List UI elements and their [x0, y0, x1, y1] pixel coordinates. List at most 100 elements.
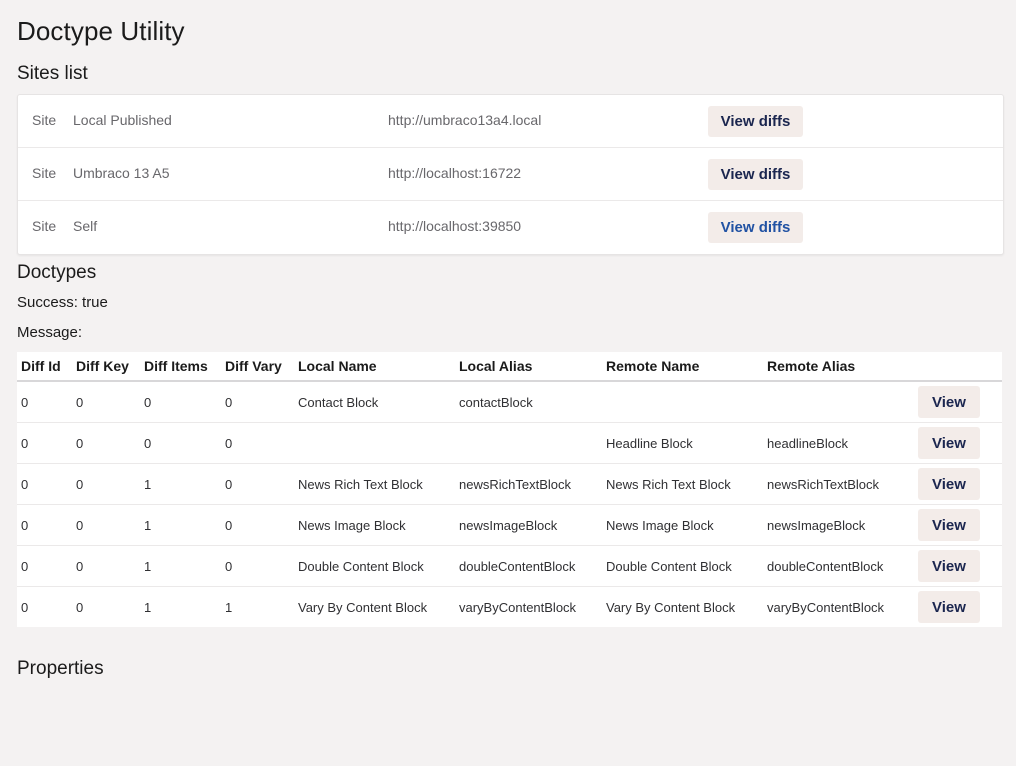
cell-diff-key: 0: [72, 422, 140, 464]
cell-remote-alias: headlineBlock: [763, 422, 914, 464]
view-diffs-button[interactable]: View diffs: [708, 159, 803, 190]
cell-actions: View: [914, 463, 1002, 505]
cell-diff-vary: 0: [221, 545, 294, 587]
column-header-diff-items: Diff Items: [140, 352, 221, 382]
column-header-local-name: Local Name: [294, 352, 455, 382]
cell-diff-items: 1: [140, 504, 221, 546]
cell-diff-id: 0: [17, 381, 72, 423]
view-diffs-button[interactable]: View diffs: [708, 106, 803, 137]
table-row: 0 0 1 0 News Rich Text Block newsRichTex…: [17, 463, 1002, 505]
cell-local-alias: [455, 422, 602, 464]
view-diffs-button[interactable]: View diffs: [708, 212, 803, 243]
site-label: Site: [32, 218, 57, 234]
cell-local-name: Double Content Block: [294, 545, 455, 587]
column-header-diff-vary: Diff Vary: [221, 352, 294, 382]
cell-diff-key: 0: [76, 599, 84, 615]
cell-local-alias: doubleContentBlock: [455, 545, 602, 587]
cell-diff-items: 0: [140, 422, 221, 464]
column-header-local-alias: Local Alias: [455, 352, 602, 382]
cell-actions: View: [914, 545, 1002, 587]
cell-local-alias: contactBlock: [455, 381, 602, 423]
site-name: Self: [73, 218, 98, 234]
doctypes-heading: Doctypes: [17, 262, 97, 283]
column-header-remote-name: Remote Name: [602, 352, 763, 382]
cell-remote-name: Vary By Content Block: [606, 599, 736, 615]
page: Doctype Utility Sites list Site Local Pu…: [0, 0, 1016, 766]
site-row: Site Umbraco 13 A5 http://localhost:1672…: [18, 148, 1003, 201]
cell-remote-alias: varyByContentBlock: [767, 599, 885, 615]
table-row: 0 0 0 0 Contact Block contactBlock View: [17, 381, 1002, 423]
cell-diff-id: 0: [17, 545, 72, 587]
cell-diff-vary: 1: [225, 599, 233, 615]
cell-remote-alias: newsRichTextBlock: [763, 463, 914, 505]
view-button[interactable]: View: [918, 427, 980, 459]
site-row: Site Local Published http://umbraco13a4.…: [18, 95, 1003, 148]
cell-diff-vary: 0: [221, 463, 294, 505]
cell-local-name: News Image Block: [294, 504, 455, 546]
cell-actions: View: [914, 381, 1002, 423]
table-header-row: Diff Id Diff Key Diff Items Diff Vary Lo…: [17, 352, 1002, 382]
column-header-actions: [914, 352, 1002, 382]
site-url: http://umbraco13a4.local: [388, 112, 542, 128]
view-button[interactable]: View: [918, 468, 980, 500]
table-row: 0 0 1 0 News Image Block newsImageBlock …: [17, 504, 1002, 546]
cell-actions: View: [914, 422, 1002, 464]
cell-local-name: Vary By Content Block: [298, 599, 428, 615]
cell-local-alias: newsRichTextBlock: [455, 463, 602, 505]
site-name: Umbraco 13 A5: [73, 165, 170, 181]
success-status: Success: true: [17, 294, 108, 311]
cell-actions: View: [914, 587, 1002, 628]
cell-local-name: News Rich Text Block: [294, 463, 455, 505]
cell-actions: View: [914, 504, 1002, 546]
cell-remote-name: Double Content Block: [602, 545, 763, 587]
site-label: Site: [32, 165, 57, 181]
cell-local-alias: newsImageBlock: [455, 504, 602, 546]
table-row: 0 0 1 1 Vary By Content Block varyByCont…: [17, 587, 1002, 628]
cell-remote-alias: doubleContentBlock: [763, 545, 914, 587]
cell-local-name: [294, 422, 455, 464]
cell-local-name: Contact Block: [294, 381, 455, 423]
cell-diff-id: 0: [17, 463, 72, 505]
cell-remote-name: News Rich Text Block: [602, 463, 763, 505]
cell-diff-key: 0: [72, 463, 140, 505]
cell-diff-items: 1: [140, 545, 221, 587]
cell-diff-items: 0: [140, 381, 221, 423]
view-button[interactable]: View: [918, 509, 980, 541]
cell-remote-alias: newsImageBlock: [763, 504, 914, 546]
site-url: http://localhost:39850: [388, 218, 522, 234]
sites-list-heading: Sites list: [17, 63, 88, 84]
cell-diff-id: 0: [17, 504, 72, 546]
view-button[interactable]: View: [918, 550, 980, 582]
view-button[interactable]: View: [918, 386, 980, 418]
cell-diff-id: 0: [17, 422, 72, 464]
cell-remote-name: News Image Block: [602, 504, 763, 546]
site-name: Local Published: [73, 112, 172, 128]
cell-local-alias: varyByContentBlock: [459, 599, 577, 615]
cell-remote-alias: [763, 381, 914, 423]
cell-diff-items: 1: [140, 463, 221, 505]
site-url: http://localhost:16722: [388, 165, 522, 181]
cell-remote-name: Headline Block: [602, 422, 763, 464]
table-row: 0 0 1 0 Double Content Block doubleConte…: [17, 545, 1002, 587]
cell-diff-vary: 0: [221, 422, 294, 464]
doctypes-table: Diff Id Diff Key Diff Items Diff Vary Lo…: [17, 352, 1002, 627]
column-header-diff-id: Diff Id: [17, 352, 72, 382]
cell-diff-key: 0: [72, 381, 140, 423]
sites-list-panel: Site Local Published http://umbraco13a4.…: [17, 94, 1004, 255]
cell-diff-vary: 0: [221, 504, 294, 546]
cell-diff-vary: 0: [221, 381, 294, 423]
cell-remote-name: [602, 381, 763, 423]
site-label: Site: [32, 112, 57, 128]
column-header-remote-alias: Remote Alias: [763, 352, 914, 382]
table-row: 0 0 0 0 Headline Block headlineBlock Vie…: [17, 422, 1002, 464]
cell-diff-items: 1: [144, 599, 152, 615]
cell-diff-key: 0: [72, 504, 140, 546]
message-status: Message:: [17, 324, 83, 341]
cell-diff-key: 0: [72, 545, 140, 587]
column-header-diff-key: Diff Key: [72, 352, 140, 382]
site-row: Site Self http://localhost:39850 View di…: [18, 201, 1003, 254]
view-button[interactable]: View: [918, 591, 980, 623]
page-title: Doctype Utility: [17, 16, 185, 46]
cell-diff-id: 0: [21, 599, 29, 615]
properties-heading: Properties: [17, 658, 104, 679]
